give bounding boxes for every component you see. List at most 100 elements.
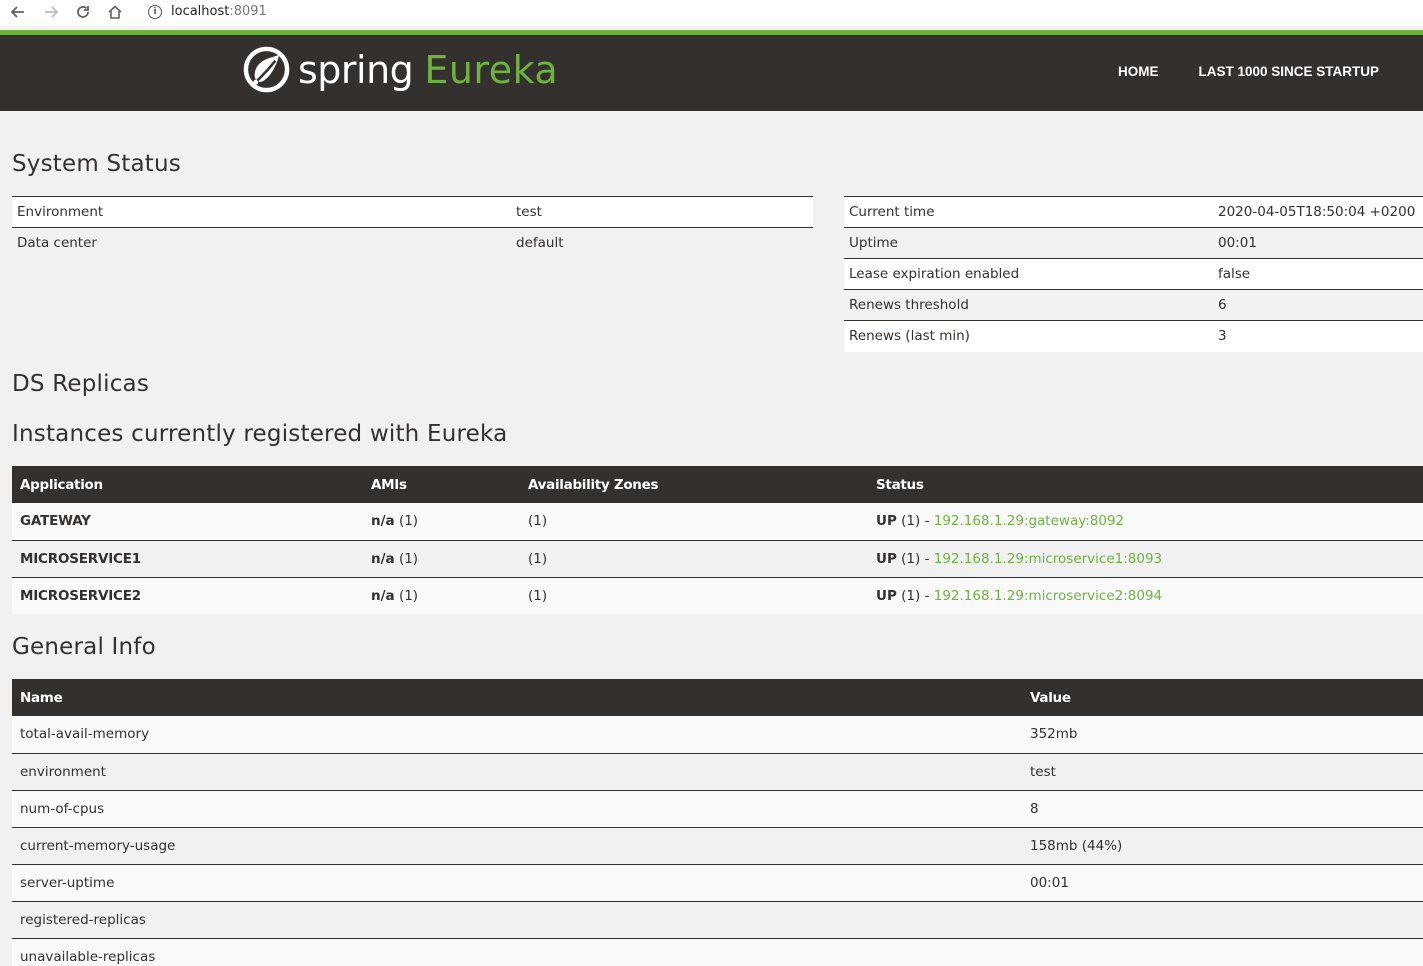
column-header-value: Value (1022, 679, 1423, 716)
column-header-status: Status (868, 466, 1423, 503)
column-header-name: Name (12, 679, 1022, 716)
table-row: GATEWAY n/a (1) (1) UP (1) - 192.168.1.2… (12, 503, 1423, 540)
address-bar[interactable]: i localhost:8091 (148, 4, 267, 19)
table-row: Renews threshold 6 (844, 289, 1423, 321)
info-name: server-uptime (12, 863, 1022, 901)
table-row: MICROSERVICE1 n/a (1) (1) UP (1) - 192.1… (12, 539, 1423, 577)
status-cell: UP (1) - 192.168.1.29:microservice2:8094 (868, 576, 1423, 614)
ami-count: (1) (394, 550, 419, 567)
info-value: 00:01 (1022, 863, 1423, 901)
zone-cell: (1) (520, 503, 868, 540)
table-row: registered-replicas (12, 900, 1423, 938)
info-icon[interactable]: i (148, 4, 162, 19)
back-arrow-icon[interactable] (10, 4, 26, 20)
status-value: false (1213, 258, 1423, 290)
info-name: total-avail-memory (12, 716, 1022, 753)
logo-spring-text: spring (298, 47, 414, 92)
table-header-row: Application AMIs Availability Zones Stat… (12, 466, 1423, 503)
status-cell: UP (1) - 192.168.1.29:microservice1:8093 (868, 539, 1423, 577)
info-value: 158mb (44%) (1022, 826, 1423, 864)
status-label: Lease expiration enabled (844, 258, 1213, 290)
application-name: MICROSERVICE1 (12, 539, 363, 577)
forward-arrow-icon[interactable] (43, 4, 59, 20)
status-count: (1) - (896, 513, 934, 530)
application-name: MICROSERVICE2 (12, 576, 363, 614)
column-header-amis: AMIs (363, 466, 520, 503)
table-row: unavailable-replicas (12, 937, 1423, 966)
status-up: UP (876, 550, 897, 567)
system-status-right-table: Current time 2020-04-05T18:50:04 +0200 U… (844, 196, 1423, 352)
column-header-zones: Availability Zones (520, 466, 868, 503)
table-row: MICROSERVICE2 n/a (1) (1) UP (1) - 192.1… (12, 576, 1423, 614)
system-status-left-table: Environment test Data center default (12, 196, 813, 259)
info-value: 352mb (1022, 716, 1423, 753)
table-row: Uptime 00:01 (844, 227, 1423, 259)
table-row: current-memory-usage 158mb (44%) (12, 826, 1423, 864)
status-label: Renews threshold (844, 289, 1213, 321)
ami-cell: n/a (1) (363, 539, 520, 577)
browser-toolbar: i localhost:8091 (0, 0, 1423, 26)
home-icon[interactable] (107, 4, 123, 20)
instance-link[interactable]: 192.168.1.29:microservice1:8093 (934, 551, 1162, 567)
ami-cell: n/a (1) (363, 576, 520, 614)
spring-leaf-icon (243, 46, 290, 93)
instance-link[interactable]: 192.168.1.29:microservice2:8094 (934, 588, 1162, 604)
ami-value: n/a (371, 513, 395, 530)
table-header-row: Name Value (12, 679, 1423, 716)
ami-count: (1) (394, 587, 419, 604)
status-label: Uptime (844, 227, 1213, 259)
instances-table: Application AMIs Availability Zones Stat… (12, 466, 1423, 614)
info-name: current-memory-usage (12, 826, 1022, 864)
spring-eureka-logo[interactable]: spring Eureka (243, 46, 558, 93)
status-label: Renews (last min) (844, 320, 1213, 352)
ami-cell: n/a (1) (363, 503, 520, 540)
table-row: Current time 2020-04-05T18:50:04 +0200 (844, 196, 1423, 228)
table-row: Lease expiration enabled false (844, 258, 1423, 290)
status-cell: UP (1) - 192.168.1.29:gateway:8092 (868, 503, 1423, 540)
status-count: (1) - (896, 587, 934, 604)
info-value (1022, 937, 1423, 966)
status-up: UP (876, 587, 897, 604)
ami-value: n/a (371, 587, 395, 604)
status-value: 6 (1213, 289, 1423, 321)
status-value: test (511, 196, 813, 228)
status-up: UP (876, 513, 897, 530)
status-label: Environment (12, 196, 511, 228)
status-label: Data center (12, 227, 511, 259)
info-value: test (1022, 752, 1423, 790)
zone-cell: (1) (520, 576, 868, 614)
status-value: 00:01 (1213, 227, 1423, 259)
nav-last-1000[interactable]: LAST 1000 SINCE STARTUP (1198, 64, 1379, 79)
table-row: environment test (12, 752, 1423, 790)
instances-title: Instances currently registered with Eure… (12, 421, 508, 447)
info-name: environment (12, 752, 1022, 790)
table-row: total-avail-memory 352mb (12, 716, 1423, 753)
info-name: num-of-cpus (12, 789, 1022, 827)
info-value (1022, 900, 1423, 938)
column-header-application: Application (12, 466, 363, 503)
status-count: (1) - (896, 550, 934, 567)
status-label: Current time (844, 196, 1213, 228)
zone-cell: (1) (520, 539, 868, 577)
site-header: spring Eureka HOME LAST 1000 SINCE START… (0, 35, 1423, 111)
general-info-table: Name Value total-avail-memory 352mb envi… (12, 679, 1423, 966)
logo-eureka-text: Eureka (424, 47, 559, 92)
ds-replicas-title: DS Replicas (12, 371, 150, 397)
top-navigation: HOME LAST 1000 SINCE STARTUP (1078, 64, 1379, 79)
system-status-title: System Status (12, 151, 181, 177)
table-row: Environment test (12, 196, 813, 228)
ami-count: (1) (394, 513, 419, 530)
general-info-title: General Info (12, 634, 156, 660)
instance-link[interactable]: 192.168.1.29:gateway:8092 (934, 513, 1124, 529)
table-row: Data center default (12, 227, 813, 259)
info-value: 8 (1022, 789, 1423, 827)
nav-home[interactable]: HOME (1118, 64, 1159, 79)
ami-value: n/a (371, 550, 395, 567)
table-row: server-uptime 00:01 (12, 863, 1423, 901)
reload-icon[interactable] (75, 4, 91, 20)
info-name: registered-replicas (12, 900, 1022, 938)
url-port: :8091 (229, 4, 267, 19)
status-value: default (511, 227, 813, 259)
application-name: GATEWAY (12, 503, 363, 540)
url-host: localhost (171, 4, 230, 19)
